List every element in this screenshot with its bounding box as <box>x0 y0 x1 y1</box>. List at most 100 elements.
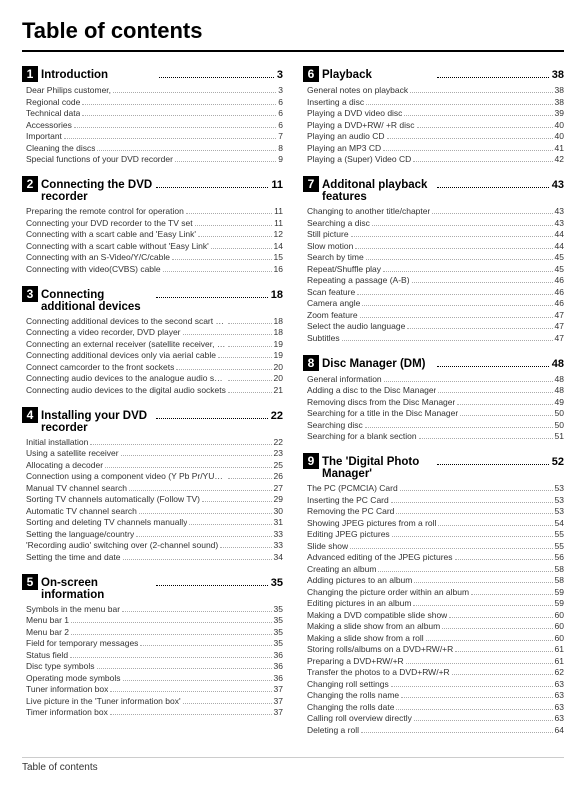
entry-page: 11 <box>274 218 283 228</box>
entry-page: 40 <box>555 120 564 130</box>
entry-text: Important <box>26 131 62 141</box>
entry-page: 12 <box>274 229 283 239</box>
toc-entry: Playing a DVD+RW/ +R disc40 <box>303 120 564 130</box>
entry-page: 63 <box>555 690 564 700</box>
entry-page: 15 <box>274 252 283 262</box>
entry-text: Sorting and deleting TV channels manuall… <box>26 517 187 527</box>
entry-text: Showing JPEG pictures from a roll <box>307 518 436 528</box>
toc-entry: General notes on playback38 <box>303 85 564 95</box>
entry-text: The PC (PCMCIA) Card <box>307 483 398 493</box>
entry-text: Making a slide show from a roll <box>307 633 424 643</box>
section-header-3: 3Connecting additional devices 18 <box>22 286 283 313</box>
toc-entry: Searching a disc43 <box>303 218 564 228</box>
entry-page: 59 <box>555 587 564 597</box>
toc-entry: Playing a (Super) Video CD42 <box>303 154 564 164</box>
entry-text: Allocating a decoder <box>26 460 103 470</box>
entry-dots <box>202 501 272 502</box>
entry-dots <box>110 714 272 715</box>
entry-text: Connecting with an S-Video/Y/C/cable <box>26 252 170 262</box>
toc-entry: Adding pictures to an album58 <box>303 575 564 585</box>
entry-page: 18 <box>274 316 283 326</box>
entry-page: 47 <box>555 310 564 320</box>
entry-page: 37 <box>274 696 283 706</box>
toc-right-column: 6Playback38General notes on playback38In… <box>303 66 564 747</box>
entry-page: 43 <box>555 206 564 216</box>
toc-entry: Inserting the PC Card53 <box>303 495 564 505</box>
entry-text: Changing the rolls date <box>307 702 394 712</box>
entry-text: Editing JPEG pictures <box>307 529 390 539</box>
toc-entry: Setting the time and date34 <box>22 552 283 562</box>
section-title-6: Playback <box>322 69 434 81</box>
entry-dots <box>391 686 553 687</box>
section-page-1: 3 <box>277 69 283 81</box>
entry-text: Playing a (Super) Video CD <box>307 154 411 164</box>
entry-page: 30 <box>274 506 283 516</box>
entry-page: 3 <box>278 85 283 95</box>
entry-page: 9 <box>278 154 283 164</box>
entry-page: 53 <box>555 483 564 493</box>
toc-entry: Connection using a component video (Y Pb… <box>22 471 283 481</box>
entry-text: Tuner information box <box>26 684 108 694</box>
entry-page: 47 <box>555 333 564 343</box>
entry-dots <box>140 645 271 646</box>
section-9: 9The 'Digital Photo Manager' 52The PC (P… <box>303 453 564 735</box>
entry-text: Connecting your DVD recorder to the TV s… <box>26 218 193 228</box>
entry-dots <box>365 427 553 428</box>
entry-dots <box>97 150 276 151</box>
entry-page: 61 <box>555 644 564 654</box>
entry-dots <box>412 282 553 283</box>
entry-text: Inserting the PC Card <box>307 495 389 505</box>
entry-text: Playing an MP3 CD <box>307 143 381 153</box>
toc-entry: Using a satellite receiver23 <box>22 448 283 458</box>
entry-text: Symbols in the menu bar <box>26 604 120 614</box>
entry-dots <box>355 248 552 249</box>
entry-text: Changing to another title/chapter <box>307 206 430 216</box>
entry-text: Storing rolls/albums on a DVD+RW/+R <box>307 644 453 654</box>
entry-text: Advanced editing of the JPEG pictures <box>307 552 453 562</box>
entry-page: 63 <box>555 679 564 689</box>
entry-text: Adding pictures to an album <box>307 575 412 585</box>
entry-text: Repeat/Shuffle play <box>307 264 381 274</box>
toc-entry: The PC (PCMCIA) Card 53 <box>303 483 564 493</box>
entry-page: 36 <box>274 661 283 671</box>
entry-dots <box>438 525 552 526</box>
toc-entry: Calling roll overview directly63 <box>303 713 564 723</box>
section-title-2: Connecting the DVD recorder <box>41 179 153 203</box>
entry-text: Regional code <box>26 97 80 107</box>
toc-entry: Zoom feature47 <box>303 310 564 320</box>
section-page-8: 48 <box>552 358 564 370</box>
entry-page: 6 <box>278 120 283 130</box>
toc-entry: Slow motion44 <box>303 241 564 251</box>
entry-page: 33 <box>274 540 283 550</box>
entry-dots <box>228 323 272 324</box>
entry-dots <box>136 536 271 537</box>
section-dots-8 <box>437 366 549 367</box>
section-page-7: 43 <box>552 179 564 191</box>
toc-entry: Editing JPEG pictures55 <box>303 529 564 539</box>
entry-page: 22 <box>274 437 283 447</box>
toc-entry: Connecting a video recorder, DVD player1… <box>22 327 283 337</box>
toc-entry: Making a slide show from a roll60 <box>303 633 564 643</box>
entry-page: 35 <box>274 627 283 637</box>
section-dots-3 <box>156 297 268 298</box>
section-6: 6Playback38General notes on playback38In… <box>303 66 564 164</box>
section-title-8: Disc Manager (DM) <box>322 358 434 370</box>
entry-dots <box>387 138 553 139</box>
section-num-8: 8 <box>303 355 319 371</box>
entry-page: 33 <box>274 529 283 539</box>
toc-entry: Changing the rolls name63 <box>303 690 564 700</box>
entry-dots <box>186 213 272 214</box>
toc-entry: General information48 <box>303 374 564 384</box>
section-title-9: The 'Digital Photo Manager' <box>322 456 434 480</box>
toc-entry: Initial installation22 <box>22 437 283 447</box>
toc-entry: Advanced editing of the JPEG pictures56 <box>303 552 564 562</box>
entry-page: 53 <box>555 506 564 516</box>
entry-text: Deleting a roll <box>307 725 359 735</box>
toc-entry: Connecting audio devices to the digital … <box>22 385 283 395</box>
entry-page: 26 <box>274 471 283 481</box>
entry-page: 43 <box>555 218 564 228</box>
entry-page: 35 <box>274 615 283 625</box>
section-1: 1Introduction3Dear Philips customer,3Reg… <box>22 66 283 164</box>
section-dots-1 <box>159 77 274 78</box>
entry-text: Slow motion <box>307 241 353 251</box>
